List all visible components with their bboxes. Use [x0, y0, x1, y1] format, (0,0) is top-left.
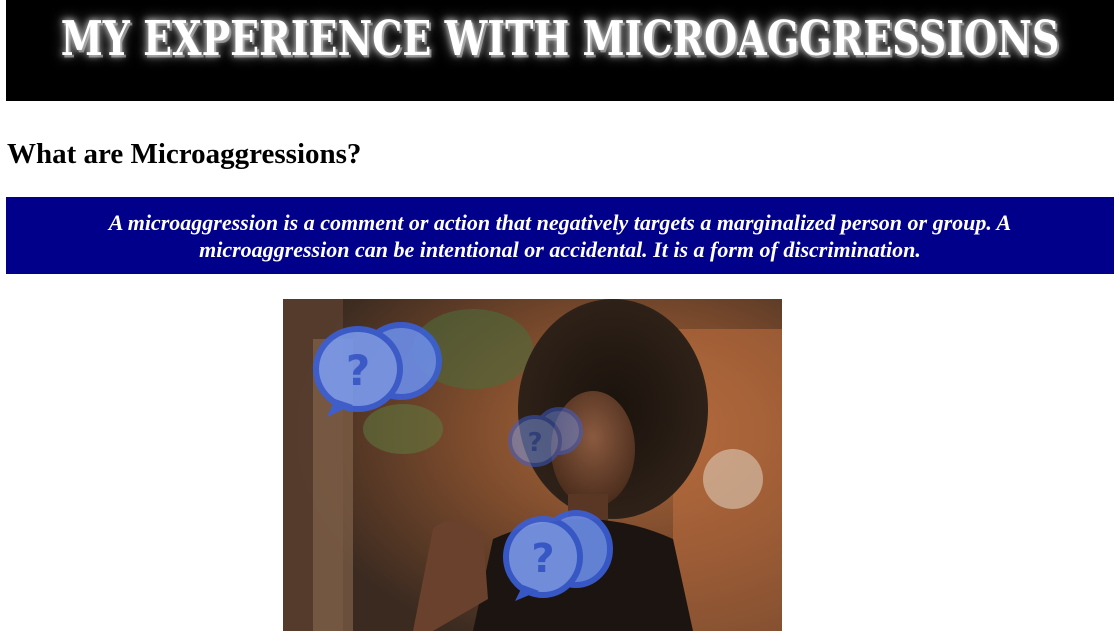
definition-box: A microaggression is a comment or action…: [6, 197, 1114, 274]
hero-image: ? ? ?: [283, 299, 782, 631]
svg-text:?: ?: [346, 346, 370, 395]
definition-text: A microaggression is a comment or action…: [108, 210, 1012, 262]
header-banner: My Experience with Microaggressions: [6, 0, 1114, 101]
section-heading: What are Microaggressions?: [7, 138, 362, 170]
svg-text:?: ?: [531, 536, 554, 582]
hero-image-illustration: ? ? ?: [283, 299, 782, 631]
page: My Experience with Microaggressions What…: [0, 0, 1117, 631]
page-title: My Experience with Microaggressions: [60, 10, 1060, 67]
svg-text:?: ?: [527, 428, 542, 458]
